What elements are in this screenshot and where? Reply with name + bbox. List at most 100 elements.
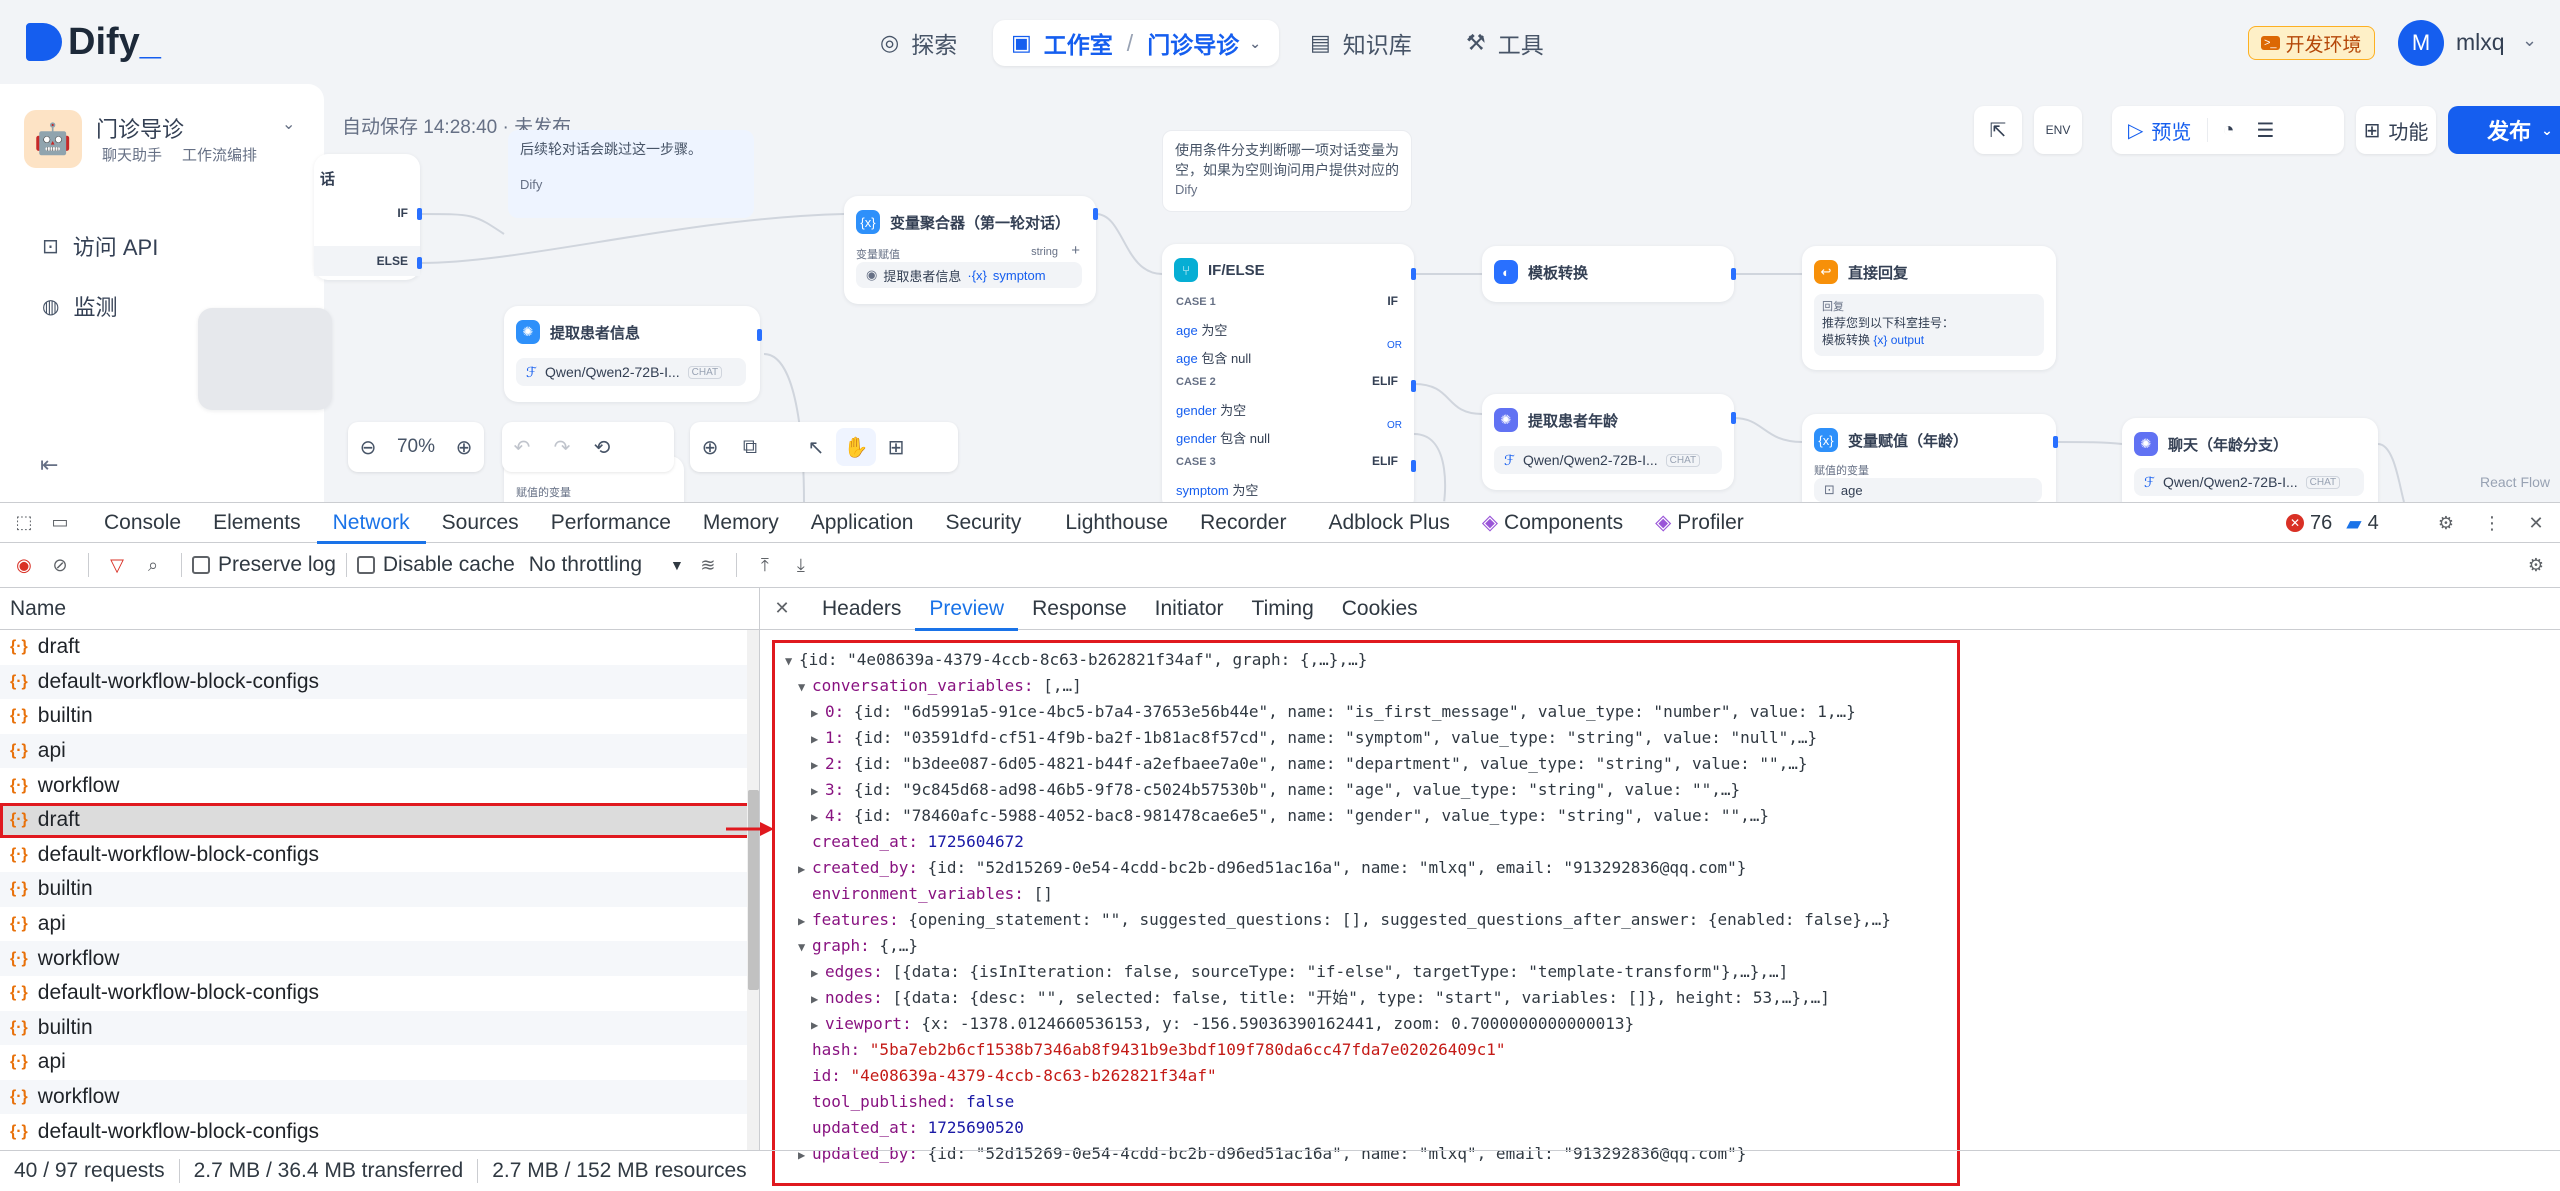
device-toolbar-icon[interactable]: ▭ xyxy=(48,511,72,535)
collapsed-caret-icon[interactable]: ▶ xyxy=(811,752,825,778)
name-column-header[interactable]: Name xyxy=(0,588,759,630)
node-direct-reply[interactable]: ↩ 直接回复 回复 推荐您到以下科室挂号： 模板转换 {x} output xyxy=(1802,246,2056,370)
inspect-element-icon[interactable]: ⬚ xyxy=(12,511,36,535)
request-row[interactable]: {·} builtin xyxy=(0,1010,759,1046)
collapsed-caret-icon[interactable]: ▶ xyxy=(798,856,812,882)
export-har-icon[interactable]: ⤓ xyxy=(789,553,813,577)
expanded-caret-icon[interactable]: ▼ xyxy=(785,648,799,674)
organize-icon[interactable]: ⊞ xyxy=(876,435,916,460)
tab-initiator[interactable]: Initiator xyxy=(1141,588,1238,630)
network-conditions-icon[interactable]: ≋ xyxy=(696,553,720,577)
env-variables-icon[interactable]: ENV xyxy=(2034,106,2082,154)
json-line[interactable]: ▶ 3: {id: "9c845d68-ad98-46b5-9f78-c5024b… xyxy=(811,777,1740,803)
node-if-partial[interactable]: 话 IF ELSE xyxy=(314,154,420,280)
request-list-scrollbar[interactable] xyxy=(747,630,759,1150)
json-line[interactable]: ▼ graph: {,…} xyxy=(798,933,918,959)
nav-studio[interactable]: ▣ 工作室 / 门诊导诊 ⌄ xyxy=(993,20,1279,66)
studio-app-selector[interactable]: 门诊导诊 xyxy=(1147,26,1239,60)
json-line[interactable]: ▶ edges: [{data: {isInIteration: false, s… xyxy=(811,959,1788,985)
hand-icon[interactable]: ✋ xyxy=(836,428,876,466)
json-line[interactable]: ▶ nodes: [{data: {desc: "", selected: fal… xyxy=(811,985,1830,1011)
collapse-sidebar-icon[interactable]: ⇤ xyxy=(40,452,58,478)
tab-performance[interactable]: Performance xyxy=(535,503,687,543)
undo-icon[interactable]: ↶ xyxy=(502,435,542,460)
settings-icon[interactable]: ⚙ xyxy=(2434,511,2458,535)
record-icon[interactable]: ◉ xyxy=(12,553,36,577)
request-row[interactable]: {·} api xyxy=(0,907,759,942)
tab-console[interactable]: Console xyxy=(88,503,197,543)
tab-memory[interactable]: Memory xyxy=(687,503,795,543)
tab-security[interactable]: Security xyxy=(929,503,1037,543)
filter-icon[interactable]: ▽ xyxy=(105,553,129,577)
expanded-caret-icon[interactable]: ▼ xyxy=(798,934,812,960)
json-line[interactable]: ▶ 1: {id: "03591dfd-cf51-4f9b-ba2f-1b81ac… xyxy=(811,725,1817,751)
request-row[interactable]: {·} default-workflow-block-configs xyxy=(0,1114,759,1149)
preserve-log-checkbox[interactable]: Preserve log xyxy=(192,553,336,577)
network-settings-icon[interactable]: ⚙ xyxy=(2524,553,2548,577)
chevron-down-icon[interactable]: ⌄ xyxy=(2522,30,2537,51)
tab-network[interactable]: Network xyxy=(316,503,426,544)
request-row[interactable]: {·} builtin xyxy=(0,699,759,734)
close-icon[interactable]: ✕ xyxy=(770,597,794,621)
request-row[interactable]: {·} builtin xyxy=(0,872,759,907)
tab-cookies[interactable]: Cookies xyxy=(1328,588,1432,630)
node-extract-patient[interactable]: ✺ 提取患者信息 ℱ Qwen/Qwen2-72B-I... CHAT xyxy=(504,306,760,402)
json-line[interactable]: ▶ 4: {id: "78460afc-5988-4052-bac8-981478… xyxy=(811,803,1769,829)
tab-sources[interactable]: Sources xyxy=(426,503,535,543)
more-icon[interactable]: ⋮ xyxy=(2480,511,2504,535)
expanded-caret-icon[interactable]: ▼ xyxy=(798,674,812,700)
nav-knowledge[interactable]: ▤ 知识库 xyxy=(1292,20,1430,66)
app-name[interactable]: 门诊导诊 xyxy=(96,112,184,144)
history-icon[interactable]: ⟲ xyxy=(582,435,622,460)
checklist-icon[interactable]: ☰ xyxy=(2248,118,2282,143)
zoom-in-icon[interactable]: ⊕ xyxy=(444,435,484,460)
json-line[interactable]: ▼ {id: "4e08639a-4379-4ccb-8c63-b262821f3… xyxy=(785,647,1367,673)
disable-cache-checkbox[interactable]: Disable cache xyxy=(356,553,515,577)
add-note-icon[interactable]: ⧉ xyxy=(730,436,770,459)
import-har-icon[interactable]: ⤒ xyxy=(753,553,777,577)
json-line[interactable]: ▶ 2: {id: "b3dee087-6d05-4821-b44f-a2efba… xyxy=(811,751,1808,777)
search-icon[interactable]: ⌕ xyxy=(141,553,165,577)
tab-timing[interactable]: Timing xyxy=(1238,588,1328,630)
react-flow-attribution[interactable]: React Flow xyxy=(2480,474,2550,490)
request-row[interactable]: {·} default-workflow-block-configs xyxy=(0,664,759,700)
node-ifelse[interactable]: ⑂ IF/ELSE CASE 1 IF age 为空 OR age 包含 null… xyxy=(1162,244,1414,502)
pointer-icon[interactable]: ↖ xyxy=(796,435,836,460)
add-node-icon[interactable]: ⊕ xyxy=(690,435,730,460)
sidebar-item-api[interactable]: ⊡ 访问 API xyxy=(42,230,158,262)
nav-tools[interactable]: ⚒ 工具 xyxy=(1448,20,1562,66)
history-icon[interactable]: ◔ xyxy=(2208,119,2248,142)
zoom-level[interactable]: 70% xyxy=(388,436,444,458)
collapsed-caret-icon[interactable]: ▶ xyxy=(811,986,825,1012)
node-extract-age[interactable]: ✺ 提取患者年龄 ℱ Qwen/Qwen2-72B-I... CHAT xyxy=(1482,394,1734,490)
zoom-out-icon[interactable]: ⊖ xyxy=(348,435,388,460)
node-chat-age[interactable]: ✺ 聊天（年龄分支） ℱ Qwen/Qwen2-72B-I... CHAT xyxy=(2122,418,2378,502)
publish-button[interactable]: 发布 ⌄ xyxy=(2448,106,2560,154)
features-button[interactable]: ⊞ 功能 xyxy=(2356,106,2436,154)
tab-elements[interactable]: Elements xyxy=(197,503,317,543)
tab-components[interactable]: ◈ Components xyxy=(1466,503,1639,543)
collapsed-caret-icon[interactable]: ▶ xyxy=(811,778,825,804)
request-row[interactable]: {·} default-workflow-block-configs xyxy=(0,838,759,873)
collapsed-caret-icon[interactable]: ▶ xyxy=(811,960,825,986)
request-row[interactable]: {·} workflow xyxy=(0,768,759,803)
request-row[interactable]: {·} draft xyxy=(0,630,759,665)
node-var-aggregator[interactable]: {x} 变量聚合器（第一轮对话） 变量赋值 string + ◉ 提取患者信息 ·{x… xyxy=(844,196,1096,304)
node-template[interactable]: ◐ 模板转换 xyxy=(1482,246,1734,302)
add-icon[interactable]: + xyxy=(1071,242,1080,259)
sidebar-item-monitor[interactable]: ◍ 监测 xyxy=(42,290,117,322)
collapsed-caret-icon[interactable]: ▶ xyxy=(811,700,825,726)
nav-explore[interactable]: ◎ 探索 xyxy=(862,20,975,66)
clear-icon[interactable]: ⊘ xyxy=(48,553,72,577)
tab-headers[interactable]: Headers xyxy=(808,588,915,630)
json-line[interactable]: ▶ features: {opening_statement: "", sugge… xyxy=(798,907,1891,933)
tab-response[interactable]: Response xyxy=(1018,588,1141,630)
share-icon[interactable]: ⇱ xyxy=(1974,106,2022,154)
tab-profiler[interactable]: ◈ Profiler xyxy=(1639,503,1760,543)
tab-adblock[interactable]: Adblock Plus xyxy=(1312,503,1465,543)
tab-lighthouse[interactable]: Lighthouse xyxy=(1049,503,1184,543)
workflow-canvas[interactable]: 自动保存 14:28:40 · 未发布 话 IF ELSE 后续轮对话会跳过这一… xyxy=(198,84,2560,502)
user-name[interactable]: mlxq xyxy=(2456,29,2505,56)
note-left[interactable]: 后续轮对话会跳过这一步骤。 Dify xyxy=(508,130,754,218)
chevron-down-icon[interactable]: ⌄ xyxy=(282,114,295,134)
